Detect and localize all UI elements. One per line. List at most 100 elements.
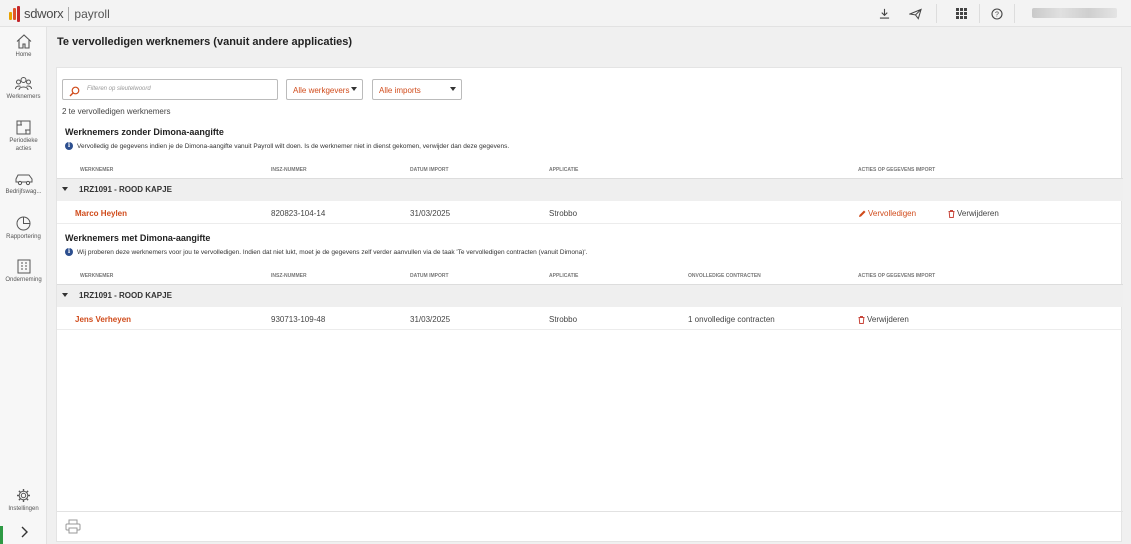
column-header-date[interactable]: Datum import xyxy=(410,273,449,279)
search-placeholder: Filteren op sleutelwoord xyxy=(87,86,151,92)
delete-button[interactable]: Verwijderen xyxy=(948,209,999,218)
sidebar-item-label: Instellingen xyxy=(8,506,39,512)
table-row: Jens Verheyen 930713-109-48 31/03/2025 S… xyxy=(57,308,1123,330)
employee-name-link[interactable]: Jens Verheyen xyxy=(75,315,131,324)
sdworx-logo-icon xyxy=(9,5,21,22)
app-logo[interactable]: sdworx payroll xyxy=(9,5,110,22)
company-car-icon xyxy=(15,174,32,186)
logo-divider xyxy=(68,6,70,21)
user-menu[interactable] xyxy=(1032,8,1117,18)
insz-value: 930713-109-48 xyxy=(271,315,326,324)
print-icon xyxy=(65,519,81,534)
imports-select[interactable]: Alle imports xyxy=(372,79,462,100)
insz-value: 820823-104-14 xyxy=(271,209,326,218)
column-header-insz[interactable]: INSZ-nummer xyxy=(271,167,307,173)
topbar-divider xyxy=(936,4,937,23)
import-date-value: 31/03/2025 xyxy=(410,315,451,324)
top-bar: sdworx payroll ? xyxy=(0,0,1131,27)
sidebar-item-home[interactable]: Home xyxy=(0,34,47,59)
footer-divider xyxy=(57,511,1123,512)
sidebar-item-label: Bedrijfswag... xyxy=(5,189,42,195)
column-header-application[interactable]: Applicatie xyxy=(549,273,578,279)
sidebar-item-label: Periodieke acties xyxy=(9,138,38,152)
search-input[interactable]: Filteren op sleutelwoord xyxy=(62,79,278,100)
send-icon[interactable] xyxy=(906,5,924,22)
column-header-date[interactable]: Datum import xyxy=(410,167,449,173)
section-title: Werknemers met Dimona-aangifte xyxy=(65,233,211,243)
incomplete-contracts-value: 1 onvolledige contracten xyxy=(688,315,775,324)
trash-icon xyxy=(948,209,955,218)
active-indicator xyxy=(0,526,3,544)
section-info: i Vervolledig de gegevens indien je de D… xyxy=(65,142,509,150)
search-icon xyxy=(69,84,80,102)
column-header-insz[interactable]: INSZ-nummer xyxy=(271,273,307,279)
product-name: payroll xyxy=(74,6,110,21)
imports-select-value: Alle imports xyxy=(379,86,421,95)
column-header-employee[interactable]: Werknemer xyxy=(80,167,113,173)
download-icon[interactable] xyxy=(875,5,893,22)
sidebar-item-label: Onderneming xyxy=(5,277,42,283)
complete-button[interactable]: Vervolledigen xyxy=(858,209,916,218)
sidebar-item-label: Rapportering xyxy=(6,234,41,240)
sidebar: Home Werknemers Periodieke acties Bedrij… xyxy=(0,27,47,544)
sidebar-item-periodieke-acties[interactable]: Periodieke acties xyxy=(0,120,47,153)
print-button[interactable] xyxy=(65,519,81,539)
sidebar-item-rapportering[interactable]: Rapportering xyxy=(0,216,47,241)
column-header-application[interactable]: Applicatie xyxy=(549,167,578,173)
table-row: Marco Heylen 820823-104-14 31/03/2025 St… xyxy=(57,202,1123,224)
section-info-text: Wij proberen deze werknemers voor jou te… xyxy=(77,248,588,256)
reporting-icon xyxy=(16,216,31,231)
group-label: 1RZ1091 - ROOD KAPJE xyxy=(79,291,172,300)
main-panel: Filteren op sleutelwoord Alle werkgevers… xyxy=(56,67,1123,542)
apps-grid-icon[interactable] xyxy=(952,5,970,22)
home-icon xyxy=(16,34,31,49)
sidebar-item-label: Home xyxy=(15,52,32,58)
section-info-text: Vervolledig de gegevens indien je de Dim… xyxy=(77,142,510,150)
employee-name-link[interactable]: Marco Heylen xyxy=(75,209,127,218)
employee-count: 2 te vervolledigen werknemers xyxy=(62,107,171,116)
sidebar-expand-button[interactable] xyxy=(0,526,47,538)
company-icon xyxy=(17,259,30,274)
delete-button[interactable]: Verwijderen xyxy=(858,315,909,324)
sidebar-item-bedrijfswagens[interactable]: Bedrijfswag... xyxy=(0,173,47,196)
gear-icon xyxy=(17,489,30,502)
sidebar-item-instellingen[interactable]: Instellingen xyxy=(0,488,47,513)
brand-name: sdworx xyxy=(24,6,64,21)
complete-button-label: Vervolledigen xyxy=(868,209,917,218)
sidebar-item-label: Werknemers xyxy=(6,94,41,100)
sidebar-item-werknemers[interactable]: Werknemers xyxy=(0,76,47,101)
info-icon: i xyxy=(65,248,73,256)
periodic-actions-icon xyxy=(16,120,31,135)
pencil-icon xyxy=(859,210,866,217)
page-title: Te vervolledigen werknemers (vanuit ande… xyxy=(57,36,353,48)
collapse-caret-icon xyxy=(62,293,68,297)
column-header-employee[interactable]: Werknemer xyxy=(80,273,113,279)
chevron-right-icon xyxy=(21,526,28,538)
section-info: i Wij proberen deze werknemers voor jou … xyxy=(65,248,587,256)
group-row[interactable]: 1RZ1091 - ROOD KAPJE xyxy=(57,179,1123,201)
section-title: Werknemers zonder Dimona-aangifte xyxy=(65,127,224,137)
group-label: 1RZ1091 - ROOD KAPJE xyxy=(79,185,172,194)
column-header-actions: Acties op gegevens import xyxy=(858,273,936,279)
trash-icon xyxy=(858,315,865,324)
column-header-actions: Acties op gegevens import xyxy=(858,167,936,173)
collapse-caret-icon xyxy=(62,187,68,191)
employer-select[interactable]: Alle werkgevers xyxy=(286,79,363,100)
help-icon[interactable]: ? xyxy=(988,5,1006,22)
topbar-divider xyxy=(979,4,980,23)
employees-icon xyxy=(15,77,32,91)
delete-button-label: Verwijderen xyxy=(957,209,999,218)
employer-select-value: Alle werkgevers xyxy=(293,86,350,95)
topbar-divider xyxy=(1014,4,1015,23)
group-row[interactable]: 1RZ1091 - ROOD KAPJE xyxy=(57,285,1123,307)
application-value: Strobbo xyxy=(549,209,578,218)
info-icon: i xyxy=(65,142,73,150)
chevron-down-icon xyxy=(351,87,357,91)
sidebar-item-onderneming[interactable]: Onderneming xyxy=(0,259,47,284)
chevron-down-icon xyxy=(450,87,456,91)
application-value: Strobbo xyxy=(549,315,578,324)
delete-button-label: Verwijderen xyxy=(867,315,909,324)
import-date-value: 31/03/2025 xyxy=(410,209,451,218)
svg-text:?: ? xyxy=(995,11,999,18)
column-header-incomplete-contracts[interactable]: Onvolledige contracten xyxy=(688,273,761,279)
